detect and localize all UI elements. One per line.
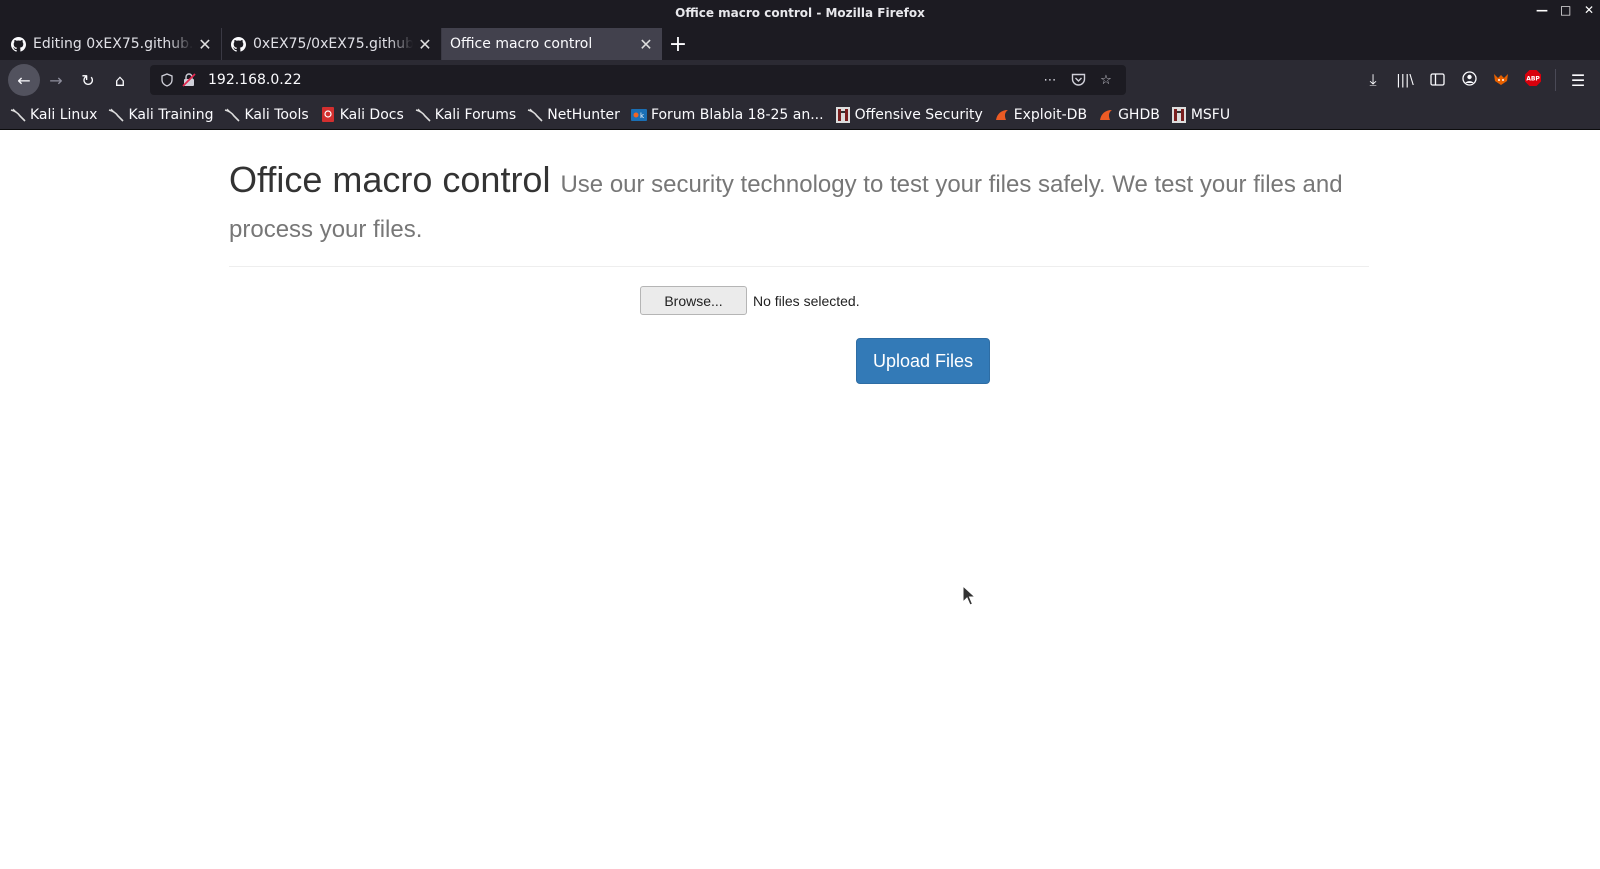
bookmark-kali-docs[interactable]: Kali Docs — [320, 107, 404, 123]
bookmark-kali-linux[interactable]: Kali Linux — [10, 107, 97, 123]
arrow-left-icon: ← — [17, 70, 31, 90]
mouse-pointer-icon — [962, 584, 977, 611]
bookmark-label: Forum Blabla 18-25 an... — [650, 106, 824, 123]
navigation-toolbar: ← → ↻ ⌂ 192.168.0.22 ⋯ ☆ ⤓ |||\ ABP ☰ — [0, 60, 1600, 100]
extension-button[interactable] — [1485, 64, 1517, 96]
bookmark-label: MSFU — [1190, 106, 1231, 123]
file-status-text: No files selected. — [753, 292, 860, 309]
library-button[interactable]: |||\ — [1389, 64, 1421, 96]
bookmark-nethunter[interactable]: NetHunter — [527, 107, 620, 123]
kali-dragon-icon — [224, 107, 241, 123]
close-tab-icon[interactable]: ✕ — [638, 35, 654, 54]
menu-button[interactable]: ☰ — [1562, 64, 1594, 96]
maximize-icon[interactable]: □ — [1560, 3, 1571, 17]
page-title: Office macro control Use our security te… — [229, 160, 1369, 250]
library-icon: |||\ — [1396, 72, 1414, 88]
bookmark-kali-forums[interactable]: Kali Forums — [415, 107, 516, 123]
adblock-button[interactable]: ABP — [1517, 64, 1549, 96]
pocket-icon[interactable] — [1064, 69, 1092, 91]
bookmark-label: Exploit-DB — [1013, 106, 1088, 123]
tab-label: 0xEX75/0xEX75.github.io — [253, 36, 413, 52]
plus-icon: + — [668, 31, 688, 57]
browse-button[interactable]: Browse... — [640, 286, 747, 315]
fox-extension-icon — [1493, 71, 1509, 90]
bookmark-forum-blabla[interactable]: k Forum Blabla 18-25 an... — [630, 106, 824, 123]
bookmark-label: GHDB — [1118, 106, 1160, 123]
header-divider — [229, 266, 1369, 267]
hamburger-menu-icon: ☰ — [1570, 70, 1586, 90]
page-header: Office macro control Use our security te… — [229, 160, 1369, 250]
bookmark-label: Kali Forums — [434, 106, 517, 123]
file-input[interactable]: Browse... No files selected. — [640, 286, 860, 315]
upload-files-button[interactable]: Upload Files — [856, 338, 990, 384]
bookmark-ghdb[interactable]: GHDB — [1098, 107, 1160, 123]
window-titlebar: Office macro control - Mozilla Firefox —… — [0, 0, 1600, 26]
account-icon — [1461, 70, 1477, 90]
reload-icon: ↻ — [81, 70, 95, 90]
home-icon: ⌂ — [114, 70, 126, 90]
window-controls: — □ ✕ — [1536, 3, 1594, 17]
arrow-right-icon: → — [49, 70, 63, 90]
offsec-icon — [835, 106, 851, 123]
bookmark-label: Kali Docs — [339, 106, 404, 123]
bookmark-label: Kali Training — [128, 106, 214, 123]
offsec-icon — [1171, 106, 1187, 123]
bookmark-star-icon[interactable]: ☆ — [1092, 69, 1120, 91]
browser-chrome: Office macro control - Mozilla Firefox —… — [0, 0, 1600, 130]
kali-dragon-icon — [527, 107, 543, 123]
kali-dragon-icon — [10, 107, 26, 123]
bookmark-offensive-security[interactable]: Offensive Security — [835, 106, 983, 123]
bookmark-label: Kali Linux — [30, 106, 98, 123]
download-icon: ⤓ — [1369, 70, 1377, 89]
bookmark-exploit-db[interactable]: Exploit-DB — [994, 107, 1087, 123]
back-button[interactable]: ← — [8, 64, 40, 96]
forward-button[interactable]: → — [40, 64, 72, 96]
adblock-plus-icon: ABP — [1524, 69, 1542, 91]
github-icon — [10, 36, 26, 52]
close-tab-icon[interactable]: ✕ — [197, 35, 213, 54]
tab-label: Office macro control — [450, 36, 593, 52]
insecure-lock-icon[interactable] — [178, 69, 200, 91]
home-button[interactable]: ⌂ — [104, 64, 136, 96]
page-title-text: Office macro control — [229, 159, 551, 200]
account-button[interactable] — [1453, 64, 1485, 96]
url-bar[interactable]: 192.168.0.22 ⋯ ☆ — [150, 65, 1126, 95]
minimize-icon[interactable]: — — [1536, 3, 1548, 17]
tab-github-repo[interactable]: 0xEX75/0xEX75.github.io ✕ — [222, 28, 442, 60]
bookmark-msfu[interactable]: MSFU — [1171, 106, 1231, 123]
svg-text:ABP: ABP — [1526, 76, 1540, 83]
close-tab-icon[interactable]: ✕ — [417, 35, 433, 54]
tab-strip: Editing 0xEX75.github.io ✕ 0xEX75/0xEX75… — [0, 26, 1600, 60]
kali-dragon-icon — [108, 107, 125, 123]
tab-office-macro-control[interactable]: Office macro control ✕ — [442, 28, 662, 60]
forum-icon: k — [630, 107, 647, 123]
page-content: Office macro control Use our security te… — [0, 130, 1600, 869]
shield-icon[interactable] — [156, 69, 178, 91]
github-icon — [230, 36, 246, 52]
bookmarks-toolbar: Kali Linux Kali Training Kali Tools Kali… — [0, 100, 1600, 130]
sidebar-icon — [1429, 71, 1445, 90]
window-title: Office macro control - Mozilla Firefox — [675, 6, 925, 20]
close-window-icon[interactable]: ✕ — [1584, 3, 1594, 17]
page-actions-icon[interactable]: ⋯ — [1036, 69, 1064, 91]
bookmark-label: Kali Tools — [244, 106, 309, 123]
toolbar-separator — [1555, 69, 1556, 91]
bookmark-kali-tools[interactable]: Kali Tools — [224, 106, 309, 123]
bookmark-label: Offensive Security — [854, 106, 983, 123]
downloads-button[interactable]: ⤓ — [1357, 64, 1389, 96]
url-text[interactable]: 192.168.0.22 — [200, 72, 1036, 88]
bookmark-label: NetHunter — [547, 106, 620, 123]
kali-docs-icon — [320, 107, 336, 123]
toolbar-right-buttons: ⤓ |||\ ABP ☰ — [1357, 64, 1596, 96]
exploitdb-icon — [1098, 107, 1114, 123]
exploitdb-icon — [994, 107, 1010, 123]
bookmark-kali-training[interactable]: Kali Training — [108, 107, 213, 123]
tab-editing-github[interactable]: Editing 0xEX75.github.io ✕ — [2, 28, 222, 60]
reload-button[interactable]: ↻ — [72, 64, 104, 96]
tab-label: Editing 0xEX75.github.io — [33, 36, 193, 52]
sidebar-button[interactable] — [1421, 64, 1453, 96]
new-tab-button[interactable]: + — [662, 28, 694, 60]
kali-dragon-icon — [415, 107, 431, 123]
